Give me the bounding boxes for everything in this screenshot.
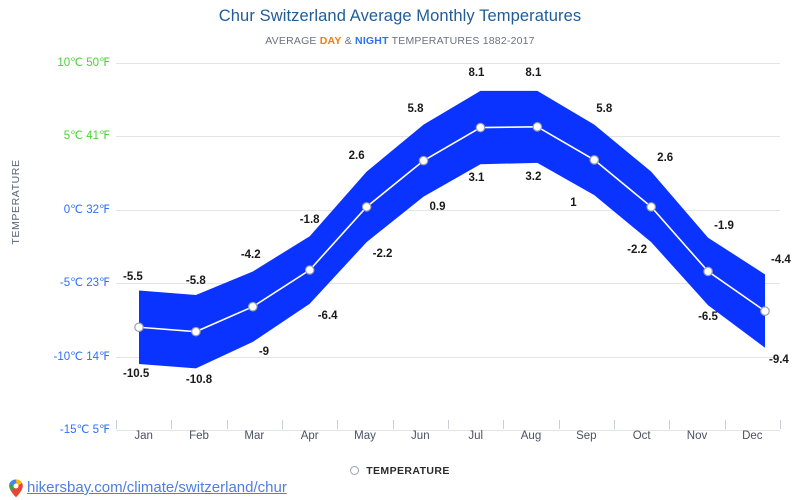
data-point-marker[interactable] <box>418 155 429 166</box>
subtitle-prefix: AVERAGE <box>265 35 320 47</box>
x-axis-tick-jun: Jun <box>411 430 430 442</box>
x-axis-tick-mar: Mar <box>244 430 265 442</box>
x-axis-tick-feb: Feb <box>189 430 209 442</box>
data-point-marker[interactable] <box>248 301 258 312</box>
x-axis-tick-aug: Aug <box>520 430 542 442</box>
x-axis-tick-oct: Oct <box>632 430 651 442</box>
data-point-marker[interactable] <box>589 155 600 165</box>
night-temperature-label: -6.5 <box>698 311 718 324</box>
x-axis-tick-mark <box>337 420 339 429</box>
subtitle-day: DAY <box>319 35 342 47</box>
data-point-marker[interactable] <box>532 122 543 132</box>
x-axis-tick-mark <box>171 420 173 429</box>
x-axis-tick-apr: Apr <box>300 430 319 442</box>
y-axis-tick-label: 0℃ 32℉ <box>63 203 110 216</box>
day-temperature-label: -4.2 <box>240 249 261 262</box>
x-axis-tick-sep: Sep <box>576 430 597 442</box>
y-axis-tick-label: 10℃ 50℉ <box>57 57 110 69</box>
subtitle-amp: & <box>341 35 356 47</box>
gridline <box>116 356 780 358</box>
y-axis-tick-label: 5℃ 41℉ <box>63 130 110 143</box>
legend-marker-icon <box>350 465 360 475</box>
night-temperature-label: 3.1 <box>468 172 485 185</box>
night-temperature-label: 3.2 <box>525 170 542 183</box>
day-temperature-label: 5.8 <box>596 102 613 115</box>
subtitle-suffix: TEMPERATURES 1882-2017 <box>388 35 535 47</box>
y-axis-tick-label: -10℃ 14℉ <box>53 350 110 363</box>
x-axis-tick-mark <box>780 420 781 429</box>
night-temperature-label: -2.2 <box>627 244 647 257</box>
night-temperature-label: -2.2 <box>372 248 393 261</box>
y-axis-tick-label: -5℃ 23℉ <box>59 277 110 290</box>
day-temperature-label: 5.8 <box>407 102 424 115</box>
data-point-marker[interactable] <box>475 122 486 133</box>
x-axis-tick-mark <box>448 420 449 429</box>
chart-subtitle: AVERAGE DAY & NIGHT TEMPERATURES 1882-20… <box>0 35 800 47</box>
day-temperature-label: 2.6 <box>348 149 365 162</box>
subtitle-night: NIGHT <box>355 35 389 47</box>
gridline <box>116 209 780 211</box>
x-axis-tick-mark <box>503 420 505 429</box>
night-temperature-label: 0.9 <box>429 200 446 213</box>
day-temperature-label: -5.8 <box>185 274 206 287</box>
night-temperature-label: 1 <box>570 197 577 210</box>
x-axis-tick-jul: Jul <box>468 430 484 442</box>
chart-title: Chur Switzerland Average Monthly Tempera… <box>218 7 582 25</box>
x-axis-tick-nov: Nov <box>686 430 708 442</box>
day-temperature-label: 2.6 <box>657 151 674 164</box>
x-axis-tick-mark <box>116 420 117 429</box>
data-point-marker[interactable] <box>703 266 713 277</box>
night-temperature-label: -10.5 <box>123 367 150 380</box>
day-temperature-label: 8.1 <box>525 66 542 79</box>
temperature-chart: Chur Switzerland Average Monthly Tempera… <box>0 0 800 500</box>
gridline <box>116 136 780 138</box>
day-temperature-label: -1.9 <box>714 219 734 232</box>
night-temperature-label: -9 <box>258 345 270 358</box>
night-temperature-label: -6.4 <box>317 309 338 322</box>
x-axis-tick-mark <box>282 420 283 429</box>
x-axis-tick-may: May <box>354 430 376 442</box>
data-point-marker[interactable] <box>134 322 144 333</box>
day-temperature-label: -1.8 <box>299 214 320 227</box>
x-axis-tick-dec: Dec <box>742 430 763 442</box>
temperature-band <box>139 90 765 369</box>
night-temperature-label: -9.4 <box>769 353 789 366</box>
x-axis-tick-mark <box>614 420 615 429</box>
gridline <box>116 283 780 285</box>
map-pin-icon <box>8 479 24 498</box>
data-point-marker[interactable] <box>191 326 201 337</box>
x-axis-tick-mark <box>669 420 671 429</box>
x-axis-tick-mark <box>226 420 228 429</box>
day-temperature-label: 8.1 <box>468 66 485 79</box>
data-point-marker[interactable] <box>760 306 770 316</box>
source-link[interactable]: hikersbay.com/climate/switzerland/chur <box>27 479 287 496</box>
plot-area <box>134 90 770 369</box>
x-axis-tick-mark <box>392 420 394 429</box>
legend-label: TEMPERATURE <box>366 465 450 477</box>
x-axis-tick-mark <box>558 420 560 429</box>
gridline <box>116 63 780 64</box>
data-point-marker[interactable] <box>304 265 315 275</box>
chart-legend: TEMPERATURE <box>0 465 800 477</box>
night-temperature-label: -10.8 <box>185 374 213 387</box>
day-temperature-label: -5.5 <box>123 270 143 283</box>
x-axis-tick-mark <box>724 420 726 429</box>
x-axis-tick-jan: Jan <box>134 430 153 442</box>
day-temperature-label: -4.4 <box>771 254 791 267</box>
y-axis-tick-label: -15℃ 5℉ <box>59 424 110 436</box>
